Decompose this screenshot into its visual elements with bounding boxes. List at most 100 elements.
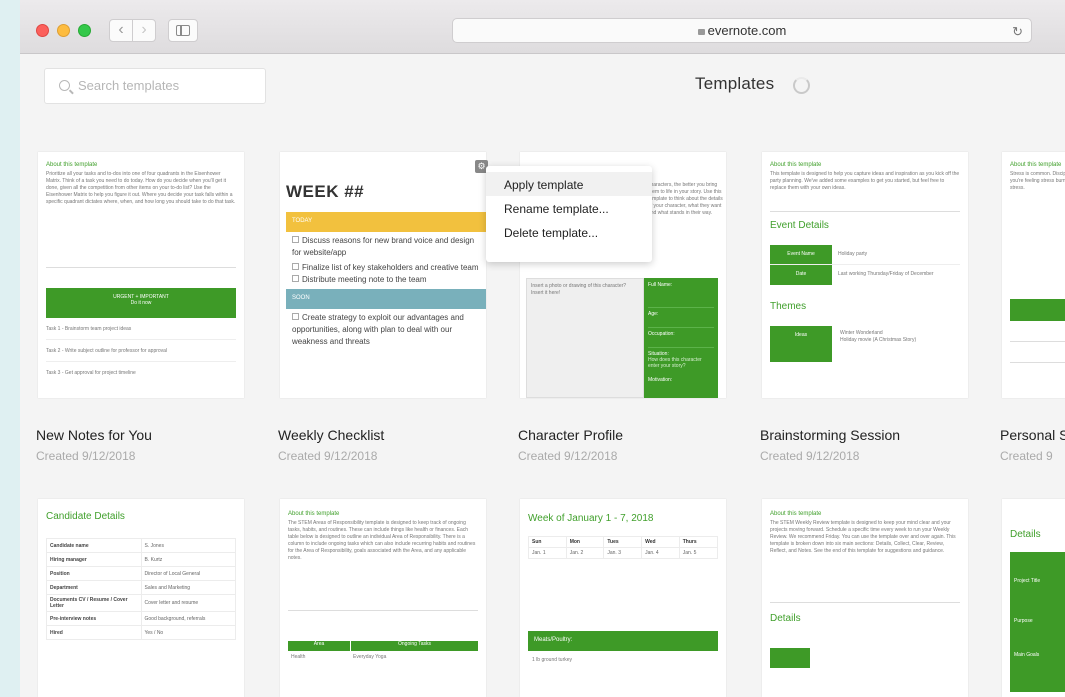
soon-bar: SOON (286, 289, 486, 309)
chevron-right-icon: › (141, 21, 147, 38)
card-title[interactable]: Personal S (1000, 427, 1065, 443)
card-preview-text: This template is designed to help you ca… (770, 171, 960, 191)
candidate-heading: Candidate Details (46, 511, 125, 522)
card-title[interactable]: Character Profile (518, 427, 623, 443)
row-value: S. Jones (140, 538, 236, 553)
rename-template-menu-item[interactable]: Rename template... (486, 196, 652, 220)
template-card-weekly-meal[interactable]: Week of January 1 - 7, 2018 Sun Mon Tues We… (520, 499, 726, 697)
day-header: Thurs (678, 536, 719, 548)
template-card-candidate[interactable]: Candidate Details Candidate name S. Jones… (38, 499, 244, 697)
table-row: Position Director of Local General (46, 566, 236, 581)
week-days-table: Sun Mon Tues Wed Thurs Jan. 1 Jan. 2 Jan. 3 Jan… (528, 536, 719, 559)
date-cell: Jan. 2 (565, 547, 605, 559)
card-preview-heading: About this template (770, 162, 822, 168)
date-cell: Jan. 4 (641, 547, 680, 559)
card-date: Created 9/12/2018 (518, 449, 618, 463)
reload-icon[interactable]: ↻ (1012, 20, 1023, 43)
template-card-brainstorming[interactable]: About this template This template is des… (762, 152, 968, 398)
themes-heading: Themes (770, 301, 807, 312)
url-text: evernote.com (707, 23, 787, 38)
card-date: Created 9/12/2018 (760, 449, 860, 463)
card-preview-heading: About this template (770, 511, 822, 517)
table-row: Hiring manager B. Kurtz (46, 552, 236, 567)
close-window-button[interactable] (36, 24, 49, 37)
table-row: Candidate name S. Jones (46, 538, 236, 553)
urgent-bar: URGENT + IMPORTANT Do it now (46, 288, 236, 318)
zoom-window-button[interactable] (78, 24, 91, 37)
meats-bar: Meats/Poultry: (528, 631, 718, 651)
row-label: Hired (46, 625, 142, 640)
card-preview-text: Prioritize all your tasks and to-dos int… (46, 171, 236, 205)
event-details-heading: Event Details (770, 220, 829, 231)
row-label: Hiring manager (46, 552, 142, 567)
search-icon (59, 80, 70, 91)
checklist-item: Finalize list of key stakeholders and cr… (286, 262, 486, 274)
template-context-menu: Apply template Rename template... Delete… (486, 166, 652, 262)
today-bar: TODAY (286, 212, 486, 232)
address-bar[interactable]: evernote.com ↻ (452, 18, 1032, 43)
card-date: Created 9/12/2018 (278, 449, 378, 463)
row-value: B. Kurtz (140, 552, 236, 567)
card-date: Created 9 (1000, 449, 1053, 463)
day-header: Sun (528, 536, 567, 548)
day-header: Tues (603, 536, 643, 548)
grocery-item: 1 lb ground turkey (532, 657, 573, 663)
date-cell: Jan. 1 (528, 547, 567, 559)
checklist-item: Discuss reasons for new brand voice and … (292, 236, 475, 257)
details-heading: Details (1010, 529, 1041, 540)
card-preview-heading: About this template (1010, 162, 1062, 168)
table-row: Pre-interview notes Good background, refe… (46, 611, 236, 626)
task-row: Task 1 - Brainstorm team project ideas (46, 326, 236, 340)
date-cell: Jan. 5 (678, 547, 719, 559)
table-row: Hired Yes / No (46, 625, 236, 640)
card-title[interactable]: Brainstorming Session (760, 427, 900, 443)
title-bar: ‹ › evernote.com ↻ (20, 0, 1065, 54)
task-row: Task 2 - Write subject outline for profe… (46, 348, 236, 362)
row-label: Documents CV / Resume / Cover Letter (46, 594, 142, 612)
week-range-heading: Week of January 1 - 7, 2018 (528, 513, 654, 524)
card-preview-text: The STEM Areas of Responsibility templat… (288, 520, 476, 561)
template-card-responsibility[interactable]: About this template The STEM Areas of Re… (280, 499, 486, 697)
template-card-personal[interactable]: About this template Stress is common. Di… (1002, 152, 1065, 398)
row-label: Candidate name (46, 538, 142, 553)
template-card-new-notes[interactable]: About this template Prioritize all your … (38, 152, 244, 398)
photo-box: Insert a photo or drawing of this charac… (526, 278, 644, 398)
date-cell: Jan. 3 (603, 547, 643, 559)
card-date: Created 9/12/2018 (36, 449, 136, 463)
checkbox-icon (292, 236, 299, 243)
row-value: Director of Local General (140, 566, 236, 581)
search-input[interactable]: Search templates (44, 68, 266, 104)
row-label: Position (46, 566, 142, 581)
minimize-window-button[interactable] (57, 24, 70, 37)
sidebar-toggle-button[interactable] (168, 19, 198, 42)
row-value: Cover letter and resume (140, 594, 236, 612)
card-preview-heading: About this template (288, 511, 340, 517)
back-button[interactable]: ‹ (109, 19, 133, 42)
candidate-table: Candidate name S. Jones Hiring manager B. K… (46, 538, 236, 640)
details-heading: Details (770, 613, 801, 624)
checkbox-icon (292, 263, 299, 270)
card-title[interactable]: Weekly Checklist (278, 427, 384, 443)
row-label: Department (46, 580, 142, 595)
row-label: Pre-interview notes (46, 611, 142, 626)
template-card-project[interactable]: Details Project Title Purpose Main Goals (1002, 499, 1065, 697)
template-card-weekly-checklist[interactable]: WEEK ## TODAY Discuss reasons for new br… (280, 152, 486, 398)
delete-template-menu-item[interactable]: Delete template... (486, 220, 652, 244)
checklist-item: Create strategy to exploit our advantage… (292, 313, 464, 346)
lock-icon (697, 29, 705, 35)
apply-template-menu-item[interactable]: Apply template (486, 172, 652, 196)
card-preview-heading: About this template (46, 162, 98, 168)
row-value: Yes / No (140, 625, 236, 640)
card-preview-text: Stress is common. Disciplined, stressful… (1010, 171, 1065, 191)
row-value: Sales and Marketing (140, 580, 236, 595)
task-row: Task 3 - Get approval for project timeli… (46, 370, 136, 376)
row-value: Good background, referrals (140, 611, 236, 626)
sidebar-icon (176, 25, 190, 36)
checkbox-icon (292, 313, 299, 320)
search-placeholder: Search templates (78, 78, 180, 93)
forward-button[interactable]: › (132, 19, 156, 42)
card-title[interactable]: New Notes for You (36, 427, 152, 443)
day-header: Wed (641, 536, 680, 548)
day-header: Mon (565, 536, 605, 548)
template-card-weekly-review[interactable]: About this template The STEM Weekly Revi… (762, 499, 968, 697)
